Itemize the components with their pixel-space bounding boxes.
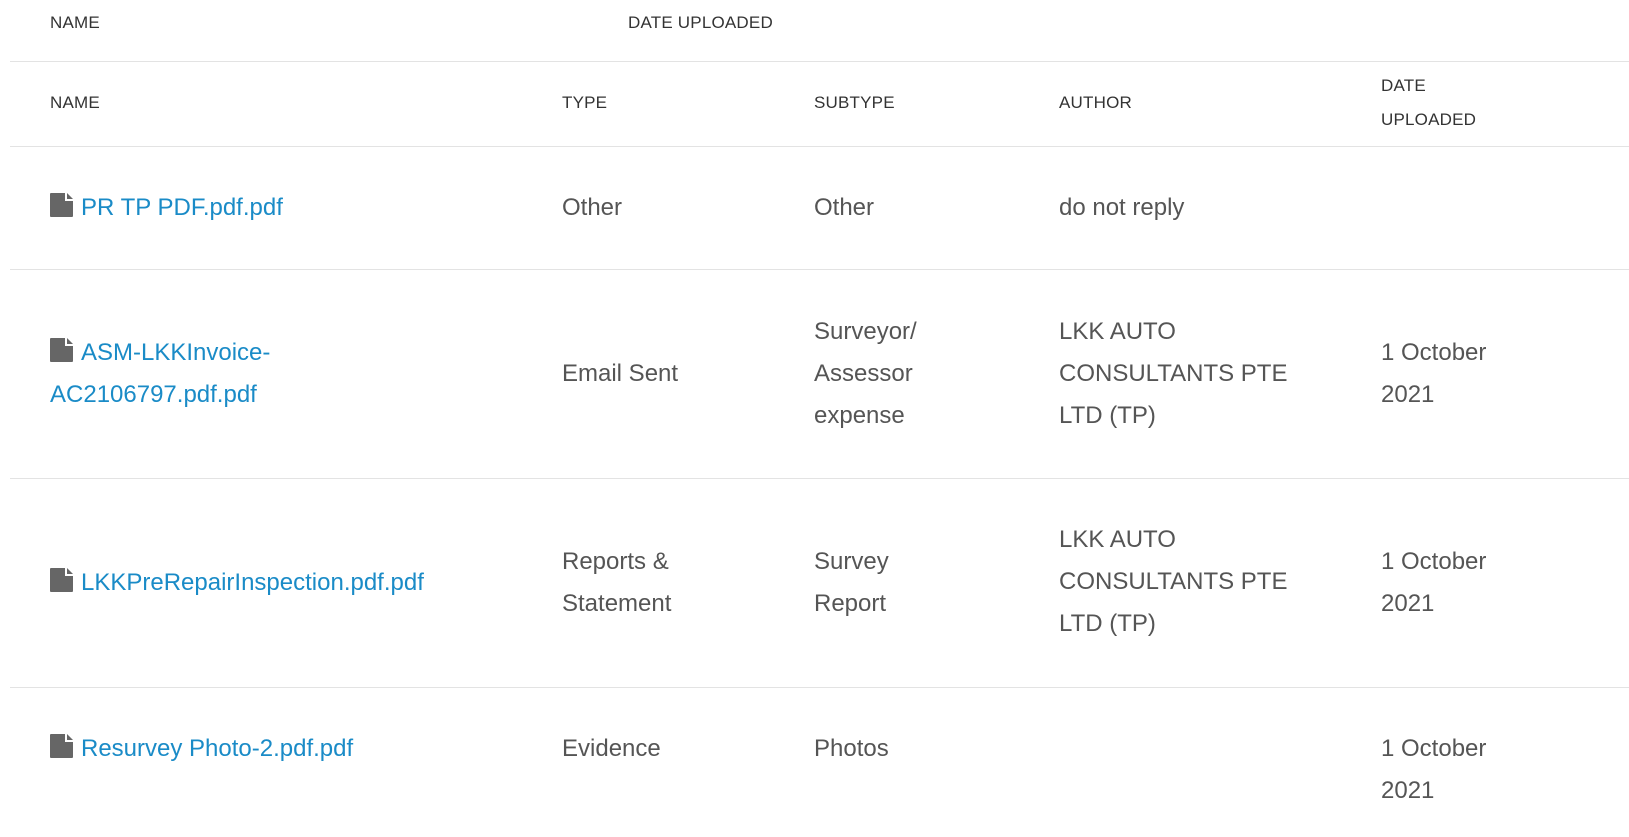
date-text: 1 October xyxy=(1381,735,1487,762)
file-link[interactable]: Resurvey Photo-2.pdf.pdf xyxy=(50,734,353,762)
subtype-text: Report xyxy=(814,590,887,617)
type-cell: Email Sent xyxy=(562,353,678,395)
file-link[interactable]: PR TP PDF.pdf.pdf xyxy=(50,193,283,221)
author-cell: LKK AUTO CONSULTANTS PTE LTD (TP) xyxy=(1059,311,1287,437)
file-name-line1[interactable]: ASM-LKKInvoice- xyxy=(81,339,270,366)
file-name-cell: ASM-LKKInvoice- AC2106797.pdf.pdf xyxy=(50,332,270,416)
file-icon xyxy=(50,734,73,758)
date-text: 2021 xyxy=(1381,777,1435,804)
file-icon xyxy=(50,193,73,217)
file-link[interactable]: ASM-LKKInvoice- AC2106797.pdf.pdf xyxy=(50,338,270,408)
type-text: Reports & xyxy=(562,548,669,575)
type-text: Other xyxy=(562,194,623,221)
type-cell: Reports & Statement xyxy=(562,541,671,625)
author-text: CONSULTANTS PTE xyxy=(1059,568,1288,595)
subtype-cell: Other xyxy=(814,187,874,229)
file-icon xyxy=(50,338,73,362)
sort-header-name[interactable]: NAME xyxy=(50,13,100,33)
date-text: 1 October xyxy=(1381,339,1487,366)
type-cell: Other xyxy=(562,187,622,229)
file-name-cell: LKKPreRepairInspection.pdf.pdf xyxy=(50,562,424,604)
author-cell: LKK AUTO CONSULTANTS PTE LTD (TP) xyxy=(1059,519,1287,645)
subtype-text: Other xyxy=(814,194,875,221)
subtype-text: Surveyor/ xyxy=(814,318,917,345)
divider xyxy=(10,61,1629,62)
file-name[interactable]: PR TP PDF.pdf.pdf xyxy=(81,194,283,221)
column-header-subtype[interactable]: SUBTYPE xyxy=(814,86,895,120)
author-cell: do not reply xyxy=(1059,187,1184,229)
date-text: 1 October xyxy=(1381,548,1487,575)
sort-header: NAME DATE UPLOADED xyxy=(0,0,1629,62)
date-cell: 1 October 2021 xyxy=(1381,332,1486,416)
subtype-cell: Photos xyxy=(814,728,889,770)
date-text: 2021 xyxy=(1381,590,1435,617)
file-name-cell: PR TP PDF.pdf.pdf xyxy=(50,187,283,229)
column-header-type[interactable]: TYPE xyxy=(562,86,607,120)
author-text: CONSULTANTS PTE xyxy=(1059,360,1288,387)
date-text: 2021 xyxy=(1381,381,1435,408)
subtype-cell: Survey Report xyxy=(814,541,889,625)
table-row: LKKPreRepairInspection.pdf.pdf Reports &… xyxy=(0,479,1629,687)
sort-header-date-uploaded[interactable]: DATE UPLOADED xyxy=(628,13,773,33)
type-text: Statement xyxy=(562,590,672,617)
subtype-cell: Surveyor/Assessor expense xyxy=(814,311,917,437)
file-name-line2[interactable]: AC2106797.pdf.pdf xyxy=(50,381,257,408)
author-text: do not reply xyxy=(1059,194,1185,221)
author-text: LKK AUTO xyxy=(1059,526,1176,553)
type-cell: Evidence xyxy=(562,728,661,770)
type-text: Evidence xyxy=(562,735,661,762)
column-header-date-uploaded-line2[interactable]: UPLOADED xyxy=(1381,103,1476,137)
date-cell: 1 October 2021 xyxy=(1381,541,1486,625)
file-link[interactable]: LKKPreRepairInspection.pdf.pdf xyxy=(50,568,424,596)
date-cell: 1 October 2021 xyxy=(1381,728,1486,812)
author-text: LKK AUTO xyxy=(1059,318,1176,345)
author-text: LTD (TP) xyxy=(1059,610,1156,637)
file-name[interactable]: LKKPreRepairInspection.pdf.pdf xyxy=(81,569,424,596)
column-header-author[interactable]: AUTHOR xyxy=(1059,86,1132,120)
file-name[interactable]: Resurvey Photo-2.pdf.pdf xyxy=(81,735,353,762)
table-row: PR TP PDF.pdf.pdf Other Other do not rep… xyxy=(0,147,1629,269)
subtype-text: Assessor xyxy=(814,360,913,387)
subtype-text: Photos xyxy=(814,735,889,762)
subtype-text: Survey xyxy=(814,548,889,575)
subtype-text: expense xyxy=(814,402,905,429)
file-name-cell: Resurvey Photo-2.pdf.pdf xyxy=(50,728,353,770)
table-row: Resurvey Photo-2.pdf.pdf Evidence Photos… xyxy=(0,688,1629,837)
column-header-name[interactable]: NAME xyxy=(50,86,100,120)
table-row: ASM-LKKInvoice- AC2106797.pdf.pdf Email S… xyxy=(0,270,1629,478)
column-header-date-uploaded-line1[interactable]: DATE xyxy=(1381,69,1426,103)
author-text: LTD (TP) xyxy=(1059,402,1156,429)
type-text: Email Sent xyxy=(562,360,679,387)
file-icon xyxy=(50,568,73,592)
